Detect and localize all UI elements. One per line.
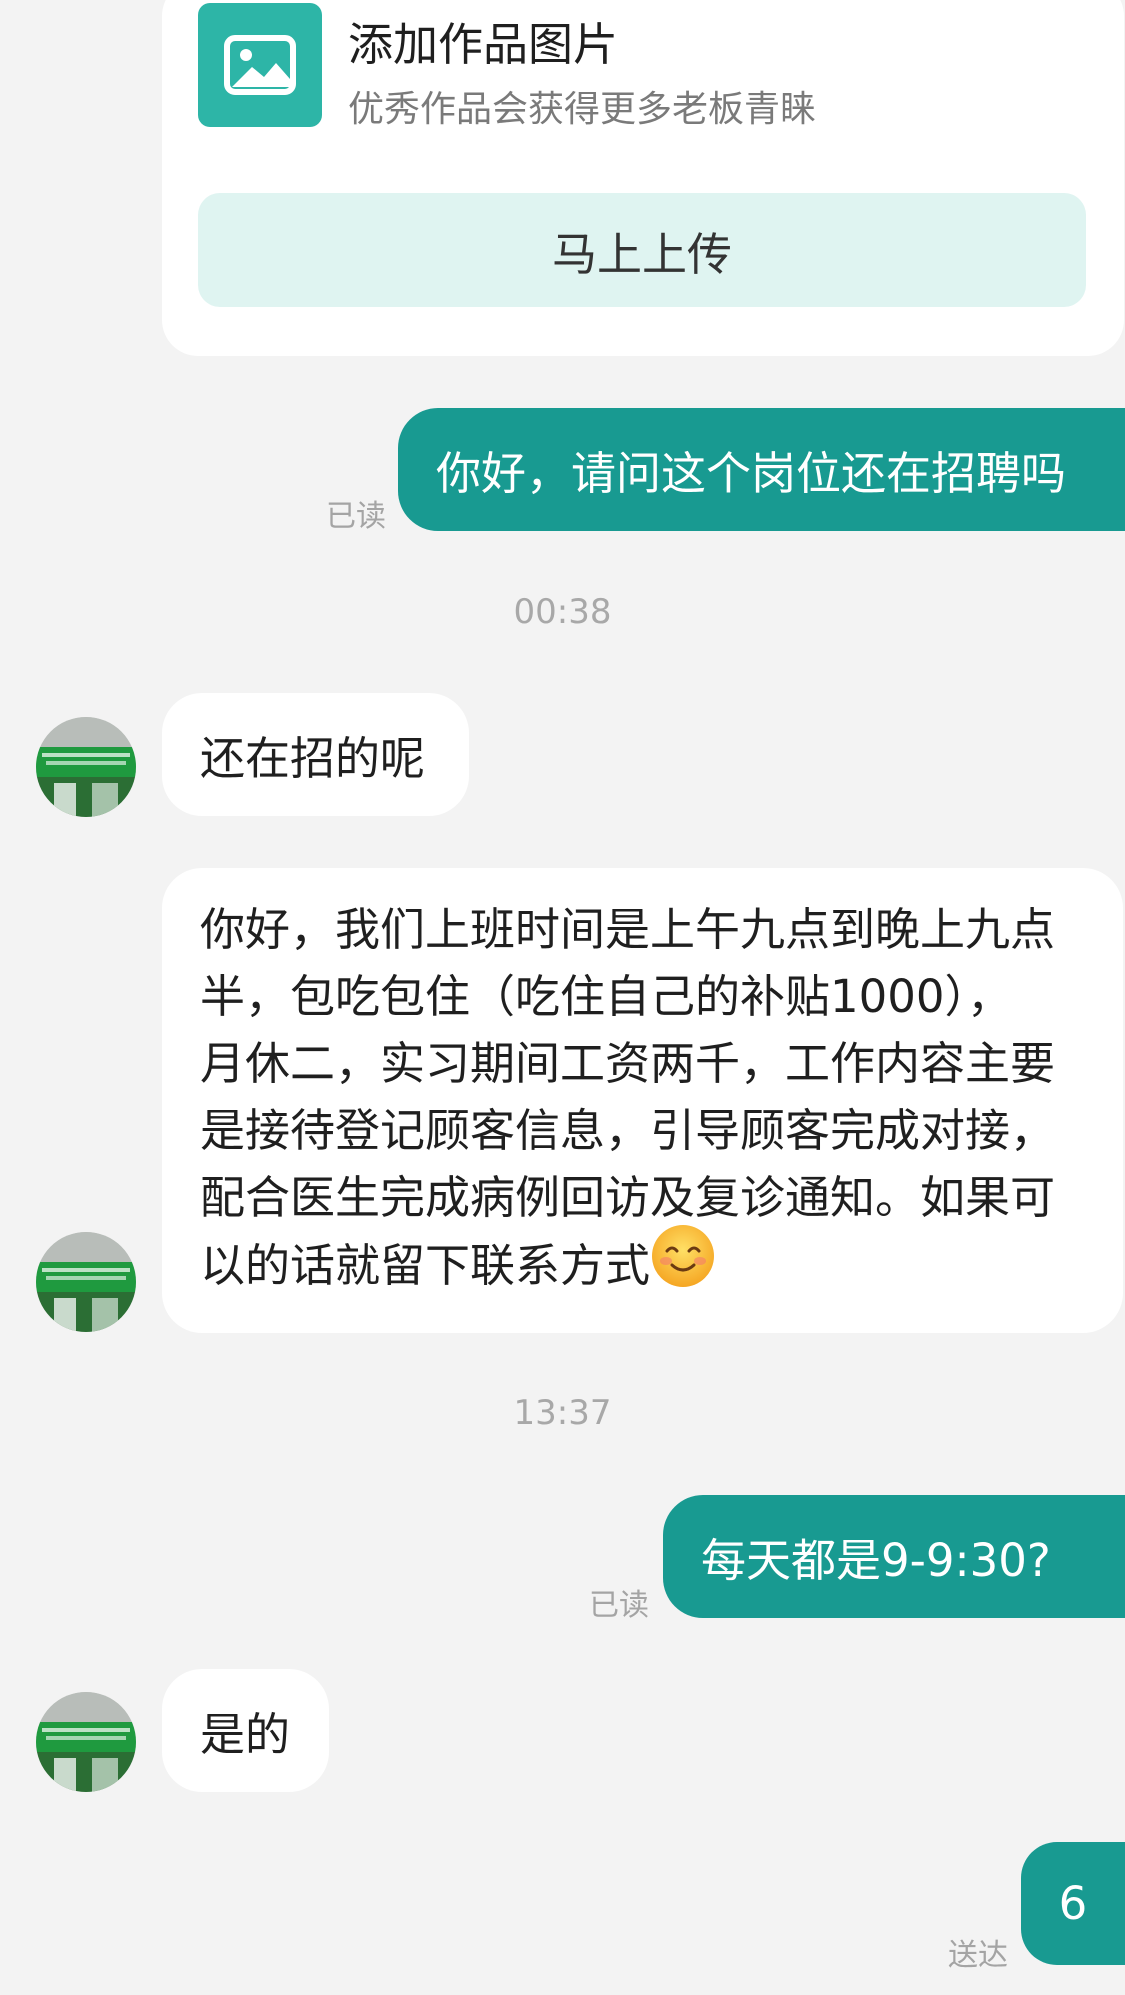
- message-status-read: 已读: [589, 1588, 649, 1623]
- message-status-read: 已读: [326, 499, 386, 534]
- message-line: 月休二，实习期间工资两千，工作内容主要: [200, 1037, 1056, 1090]
- message-line: 配合医生完成病例回访及复诊通知。如果可: [200, 1171, 1056, 1224]
- incoming-message[interactable]: 是的: [162, 1669, 329, 1792]
- message-text: 每天都是9-9:30?: [701, 1534, 1051, 1587]
- message-text: 你好，请问这个岗位还在招聘吗: [436, 447, 1067, 500]
- message-text: 是的: [200, 1708, 291, 1761]
- avatar[interactable]: [36, 717, 136, 817]
- timestamp: 00:38: [513, 592, 612, 632]
- image-icon[interactable]: [198, 3, 322, 127]
- upload-work-card: 添加作品图片 优秀作品会获得更多老板青睐 马上上传: [162, 0, 1124, 356]
- message-line: 你好，我们上班时间是上午九点到晚上九点: [200, 903, 1056, 956]
- upload-card-title: 添加作品图片: [348, 18, 619, 71]
- upload-card-subtitle: 优秀作品会获得更多老板青睐: [348, 89, 817, 130]
- outgoing-message[interactable]: 每天都是9-9:30?: [663, 1495, 1125, 1618]
- message-line: 半，包吃包住（吃住自己的补贴1000），: [200, 970, 1013, 1023]
- message-text: 还在招的呢: [200, 732, 426, 785]
- outgoing-message[interactable]: 你好，请问这个岗位还在招聘吗: [398, 408, 1125, 531]
- timestamp: 13:37: [513, 1393, 612, 1433]
- upload-now-button[interactable]: 马上上传: [198, 193, 1086, 307]
- avatar[interactable]: [36, 1692, 136, 1792]
- message-line: 是接待登记顾客信息，引导顾客完成对接，: [200, 1104, 1056, 1157]
- outgoing-message[interactable]: 6: [1021, 1842, 1125, 1965]
- incoming-message[interactable]: 还在招的呢: [162, 693, 469, 816]
- message-line: 以的话就留下联系方式: [200, 1239, 651, 1292]
- incoming-message[interactable]: 你好，我们上班时间是上午九点到晚上九点 半，包吃包住（吃住自己的补贴1000），…: [162, 868, 1123, 1333]
- message-text: 6: [1058, 1877, 1088, 1930]
- message-status-delivered: 送达: [948, 1938, 1008, 1973]
- smiling-face-emoji-icon: [650, 1223, 716, 1307]
- avatar[interactable]: [36, 1232, 136, 1332]
